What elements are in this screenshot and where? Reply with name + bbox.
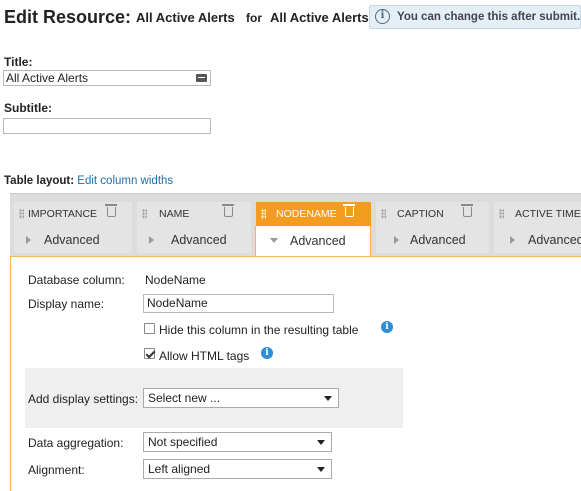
- trash-icon[interactable]: [461, 204, 473, 217]
- advanced-label: Advanced: [528, 233, 581, 247]
- advanced-toggle[interactable]: Advanced: [14, 226, 132, 253]
- drag-handle-icon[interactable]: [381, 209, 386, 219]
- table-layout-row: Table layout: Edit column widths: [4, 175, 173, 187]
- column-name: CAPTION: [397, 208, 444, 220]
- column-name: ACTIVE TIME: [515, 208, 581, 220]
- caret-down-icon: [317, 467, 325, 472]
- advanced-toggle[interactable]: Advanced: [376, 226, 489, 253]
- trash-icon[interactable]: [105, 204, 117, 217]
- chevron-down-icon: [270, 238, 278, 243]
- trash-icon[interactable]: [343, 204, 355, 217]
- info-icon[interactable]: i: [381, 321, 393, 333]
- advanced-label: Advanced: [44, 233, 100, 247]
- info-circle-icon: i: [375, 9, 390, 24]
- hide-column-checkbox[interactable]: [144, 323, 155, 334]
- column-header[interactable]: ACTIVE TIME: [494, 202, 581, 226]
- page-resource-name: All Active Alerts: [270, 10, 369, 25]
- column-header[interactable]: CAPTION: [376, 202, 489, 226]
- info-icon[interactable]: i: [261, 347, 273, 359]
- column-header[interactable]: IMPORTANCE: [14, 202, 132, 226]
- caret-down-icon: [324, 396, 332, 401]
- column-header[interactable]: NODENAME: [256, 202, 371, 226]
- data-aggregation-select[interactable]: Not specified: [143, 432, 332, 452]
- data-aggregation-value: Not specified: [148, 435, 218, 449]
- alignment-label: Alignment:: [28, 463, 85, 477]
- change-hint-text: You can change this after submit.: [397, 11, 581, 23]
- display-name-value: NodeName: [147, 296, 208, 310]
- data-aggregation-label: Data aggregation:: [28, 436, 124, 450]
- edit-column-widths-link[interactable]: Edit column widths: [77, 175, 173, 187]
- page-for-word: for: [246, 11, 262, 25]
- advanced-label: Advanced: [171, 233, 227, 247]
- advanced-label: Advanced: [290, 234, 346, 248]
- db-column-value: NodeName: [145, 273, 206, 287]
- page-title: Edit Resource:: [4, 7, 132, 27]
- drag-handle-icon[interactable]: [19, 209, 24, 219]
- drag-handle-icon[interactable]: [499, 209, 504, 219]
- drag-handle-icon[interactable]: [142, 209, 147, 219]
- column-header[interactable]: NAME: [137, 202, 251, 226]
- caret-down-icon: [317, 440, 325, 445]
- chevron-right-icon: [26, 236, 31, 244]
- column-name: NODENAME: [276, 208, 337, 220]
- table-layout-label: Table layout:: [4, 175, 75, 187]
- chevron-right-icon: [149, 236, 154, 244]
- alignment-select[interactable]: Left aligned: [143, 459, 332, 479]
- advanced-toggle-active[interactable]: Advanced: [255, 226, 371, 257]
- add-display-settings-select[interactable]: Select new ...: [143, 388, 339, 408]
- display-name-input[interactable]: NodeName: [143, 294, 334, 313]
- subtitle-input[interactable]: [3, 118, 211, 134]
- add-display-settings-label: Add display settings:: [28, 392, 139, 406]
- chevron-right-icon: [394, 236, 399, 244]
- keyboard-icon[interactable]: [196, 74, 207, 82]
- change-hint: i You can change this after submit.: [369, 5, 581, 29]
- add-display-settings-value: Select new ...: [148, 391, 221, 405]
- alignment-value: Left aligned: [148, 462, 211, 476]
- title-label: Title:: [4, 55, 33, 69]
- display-name-label: Display name:: [28, 297, 105, 311]
- chevron-right-icon: [510, 236, 515, 244]
- advanced-toggle[interactable]: Advanced: [494, 226, 581, 253]
- advanced-label: Advanced: [410, 233, 466, 247]
- trash-icon[interactable]: [222, 204, 234, 217]
- advanced-toggle[interactable]: Advanced: [137, 226, 251, 253]
- subtitle-label: Subtitle:: [4, 101, 52, 115]
- hide-column-label: Hide this column in the resulting table: [159, 323, 359, 337]
- allow-html-label: Allow HTML tags: [159, 349, 250, 363]
- column-name: IMPORTANCE: [28, 208, 98, 220]
- db-column-label: Database column:: [28, 273, 125, 287]
- drag-handle-icon[interactable]: [261, 209, 266, 219]
- title-input-value: All Active Alerts: [6, 71, 89, 85]
- column-name: NAME: [159, 208, 190, 220]
- title-input[interactable]: All Active Alerts: [3, 70, 211, 86]
- page-subject: All Active Alerts: [136, 10, 235, 25]
- allow-html-checkbox[interactable]: [144, 348, 155, 359]
